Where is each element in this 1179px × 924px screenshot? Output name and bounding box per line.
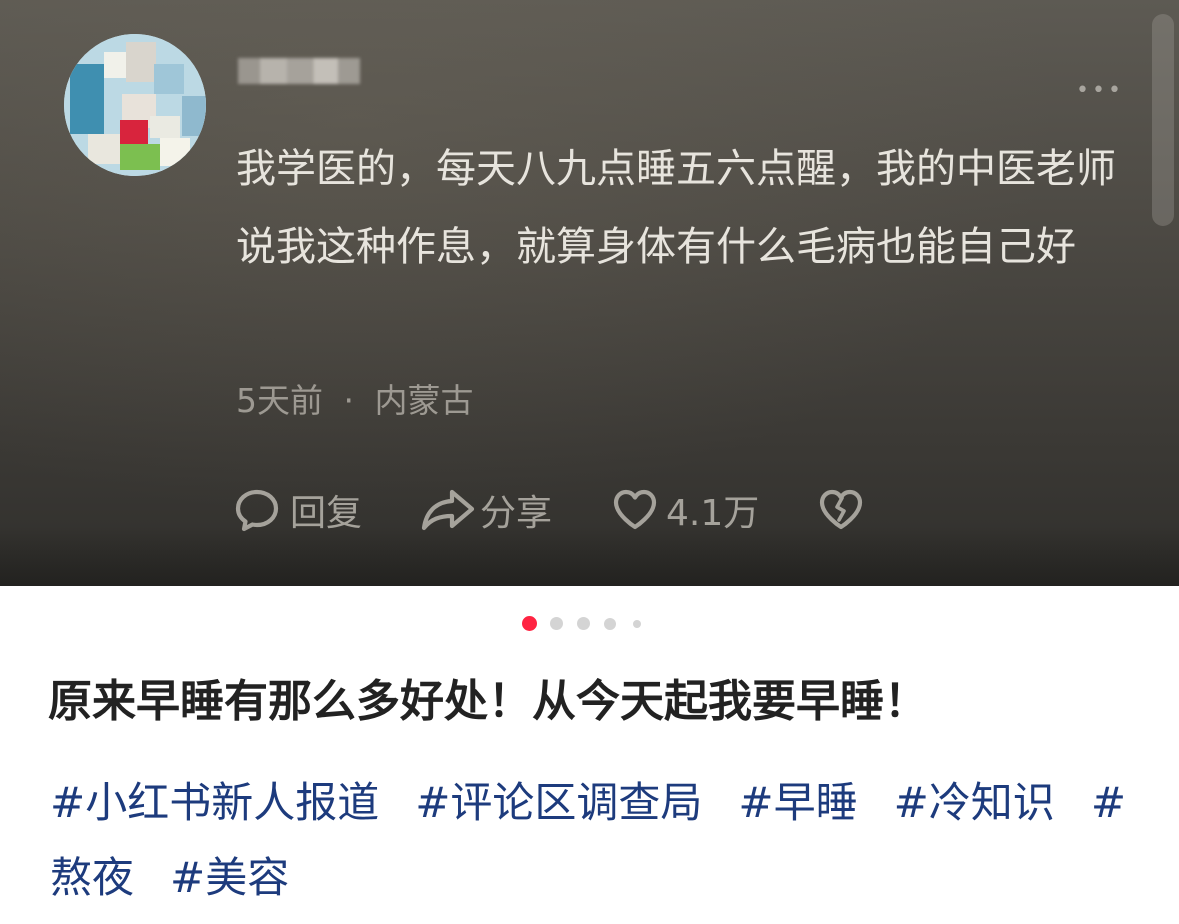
avatar xyxy=(64,34,206,176)
hashtag-link[interactable]: #冷知识 xyxy=(894,778,1055,827)
pager-dot-3[interactable] xyxy=(577,617,590,630)
hashtag-link[interactable]: #评论区调查局 xyxy=(415,778,702,827)
hashtag-link[interactable]: #小红书新人报道 xyxy=(50,778,379,827)
comment-meta: 5天前 · 内蒙古 xyxy=(236,378,474,424)
post-title: 原来早睡有那么多好处！从今天起我要早睡！ xyxy=(48,676,928,727)
hashtag-list: #小红书新人报道 #评论区调查局 #早睡 #冷知识 #熬夜 #美容 xyxy=(50,765,1140,915)
like-count: 4.1万 xyxy=(666,493,760,534)
meta-separator: · xyxy=(343,381,355,420)
pager-dot-2[interactable] xyxy=(550,617,563,630)
comment-location: 内蒙古 xyxy=(374,381,474,420)
reply-label: 回复 xyxy=(290,493,363,534)
heart-icon xyxy=(612,487,658,533)
speech-bubble-icon xyxy=(234,487,280,533)
pager-dot-1[interactable] xyxy=(522,616,537,631)
comment-time: 5天前 xyxy=(236,381,323,420)
broken-heart-icon xyxy=(818,487,864,533)
like-button[interactable]: 4.1万 xyxy=(612,482,759,538)
share-label: 分享 xyxy=(480,493,553,534)
comment-screenshot-image[interactable]: ••• 我学医的，每天八九点睡五六点醒，我的中医老师说我这种作息，就算身体有什么… xyxy=(0,0,1179,586)
reply-button[interactable]: 回复 xyxy=(234,482,362,538)
pager-dot-4[interactable] xyxy=(604,618,616,630)
dislike-button[interactable] xyxy=(818,482,864,538)
username-blurred xyxy=(238,58,360,84)
post-image-viewer: ••• 我学医的，每天八九点睡五六点醒，我的中医老师说我这种作息，就算身体有什么… xyxy=(0,0,1179,924)
scrollbar[interactable] xyxy=(1152,14,1174,226)
comment-text: 我学医的，每天八九点睡五六点醒，我的中医老师说我这种作息，就算身体有什么毛病也能… xyxy=(236,146,1116,270)
share-button[interactable]: 分享 xyxy=(420,482,552,538)
share-arrow-icon xyxy=(420,487,476,533)
more-dots-icon[interactable]: ••• xyxy=(1076,80,1124,102)
pager-dot-5[interactable] xyxy=(633,620,641,628)
hashtag-link[interactable]: #美容 xyxy=(170,853,289,902)
hashtag-link[interactable]: #早睡 xyxy=(738,778,857,827)
